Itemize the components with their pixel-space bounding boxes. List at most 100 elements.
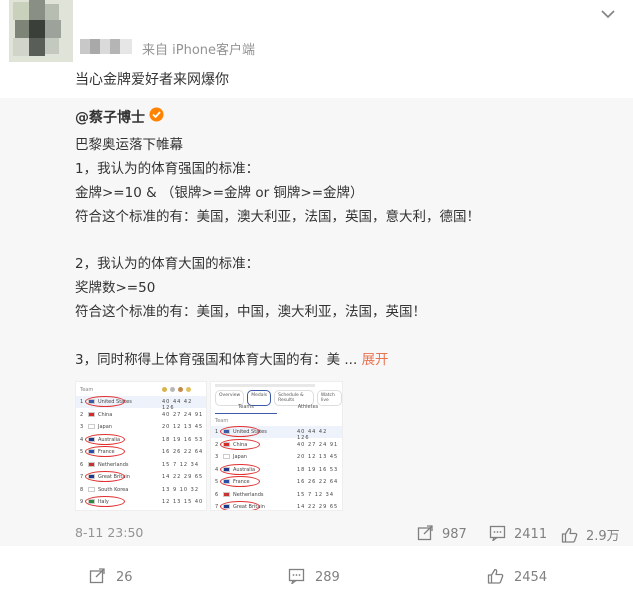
medal-counts: 12 13 15 40 [162, 499, 204, 505]
repost-line: 1，我认为的体育强国的标准： [75, 161, 260, 177]
table-row: 8 South Korea 13 9 10 32 [76, 484, 206, 496]
comment-action[interactable]: 2411 [489, 525, 548, 543]
table-row: 4 Australia 18 19 16 53 [76, 433, 206, 446]
table-row: 5 France 16 26 22 64 [76, 446, 206, 458]
repost-line: 符合这个标准的有：美国，中国，澳大利亚，法国，英国！ [75, 304, 426, 320]
repost-line: 2，我认为的体育大国的标准： [75, 256, 260, 272]
repost-line: 奖牌数>=50 [75, 280, 156, 296]
medal-counts: 14 22 29 65 [162, 474, 204, 480]
highlight-circle [85, 496, 125, 507]
flag-icon [88, 424, 95, 429]
medal-counts: 40 27 24 91 [297, 441, 339, 448]
comment-icon [288, 568, 305, 586]
table-row: 6 Netherlands 15 7 12 34 [211, 489, 342, 501]
flag-icon [223, 454, 230, 459]
table-row: 5 France 16 26 22 64 [211, 476, 342, 488]
sub-tabs: Teams Athletes [215, 404, 339, 410]
repost-icon [89, 568, 105, 584]
country-name: Netherlands [98, 461, 129, 468]
like-action[interactable]: 2.9万 [561, 525, 620, 544]
bottom-comment-action[interactable]: 289 [288, 568, 340, 586]
avatar[interactable] [9, 0, 73, 62]
repost-line: 金牌>=10 & （银牌>=金牌 or 铜牌>=金牌） [75, 185, 364, 201]
repost-line-last: 3，同时称得上体育强国和体育大国的有：美 ... 展开 [75, 348, 389, 368]
medal-counts: 18 19 16 53 [162, 436, 204, 443]
bottom-like-action[interactable]: 2454 [487, 568, 547, 585]
country-name: Japan [233, 454, 247, 460]
repost-line: 巴黎奥运落下帷幕 [75, 137, 183, 153]
medal-counts: 16 26 22 64 [297, 479, 339, 485]
country-name: Japan [98, 424, 112, 430]
table-row: 7 Great Britain 14 22 29 65 [76, 471, 206, 483]
flag-icon [88, 411, 95, 417]
image-thumbnail[interactable]: Overview Medals Schedule & Results Watch li… [210, 381, 343, 511]
highlight-circle [220, 438, 260, 450]
rank: 6 [215, 491, 219, 498]
table-row: 2 China 40 27 24 91 [76, 409, 206, 421]
bottom-repost-count: 26 [116, 570, 133, 585]
chevron-down-icon[interactable] [599, 8, 617, 20]
flag-icon [88, 486, 95, 492]
rank: 5 [215, 479, 219, 485]
rank: 7 [215, 504, 219, 510]
medal-counts: 20 12 13 45 [162, 424, 204, 430]
comment-count: 2411 [514, 527, 548, 542]
rank: 1 [80, 399, 84, 405]
highlight-circle [220, 476, 260, 487]
table-header: Team [80, 387, 94, 393]
table-header: Team [215, 418, 229, 424]
highlight-circle [220, 426, 260, 437]
table-row: 3 Japan 20 12 13 45 [211, 451, 342, 463]
rank: 1 [215, 429, 219, 435]
repost-count: 987 [442, 527, 467, 542]
repost-icon [417, 525, 433, 541]
image-thumbnail[interactable]: Team 1 United States 40 44 42 126 2 China 40 … [75, 381, 207, 511]
highlight-circle [85, 433, 125, 445]
like-icon [561, 527, 578, 543]
table-row: 6 Netherlands 15 7 12 34 [76, 459, 206, 471]
rank: 9 [80, 499, 84, 505]
highlight-circle [85, 396, 125, 407]
table-row: 9 Italy 12 13 15 40 [76, 496, 206, 508]
highlight-circle [220, 463, 260, 475]
like-count: 2.9万 [586, 529, 620, 544]
table-row: 3 Japan 20 12 13 45 [76, 421, 206, 433]
bottom-like-count: 2454 [514, 570, 548, 585]
rank: 6 [80, 461, 84, 468]
username-blurred[interactable] [80, 39, 136, 54]
original-author-link[interactable]: @蔡子博士 [75, 107, 145, 127]
rank: 2 [80, 411, 84, 418]
active-underline [215, 413, 277, 414]
table-row: 2 China 40 27 24 91 [211, 438, 342, 451]
medal-counts: 40 27 24 91 [162, 411, 204, 418]
post-text: 当心金牌爱好者来网爆你 [75, 72, 229, 88]
table-row: 1 United States 40 44 42 126 [76, 396, 206, 411]
verified-icon [149, 107, 164, 122]
expand-link[interactable]: 展开 [362, 352, 389, 368]
highlight-circle [220, 501, 260, 510]
comment-icon [489, 525, 506, 543]
rank: 4 [80, 436, 84, 443]
highlight-circle [85, 471, 125, 482]
rank: 5 [80, 449, 84, 455]
table-row: 7 Great Britain 14 22 29 65 [211, 501, 342, 510]
repost-line-text: 3，同时称得上体育强国和体育大国的有：美 ... [75, 352, 358, 368]
medal-counts: 14 22 29 65 [297, 504, 339, 510]
country-name: Netherlands [233, 491, 264, 498]
medal-icons [162, 387, 196, 392]
rank: 4 [215, 466, 219, 473]
rank: 8 [80, 486, 84, 493]
flag-icon [223, 491, 230, 497]
flag-icon [88, 461, 95, 467]
medal-counts: 18 19 16 53 [297, 466, 339, 473]
post-time[interactable]: 8-11 23:50 [75, 525, 143, 540]
rank: 3 [80, 424, 84, 430]
table-row: 4 Australia 18 19 16 53 [211, 463, 342, 476]
date-line [215, 384, 315, 387]
bottom-repost-action[interactable]: 26 [89, 568, 133, 585]
table-row: 1 United States 40 44 42 126 [211, 426, 342, 441]
medal-counts: 15 7 12 34 [297, 491, 335, 498]
country-name: China [98, 411, 113, 418]
repost-action[interactable]: 987 [417, 525, 467, 542]
like-icon [487, 568, 504, 584]
